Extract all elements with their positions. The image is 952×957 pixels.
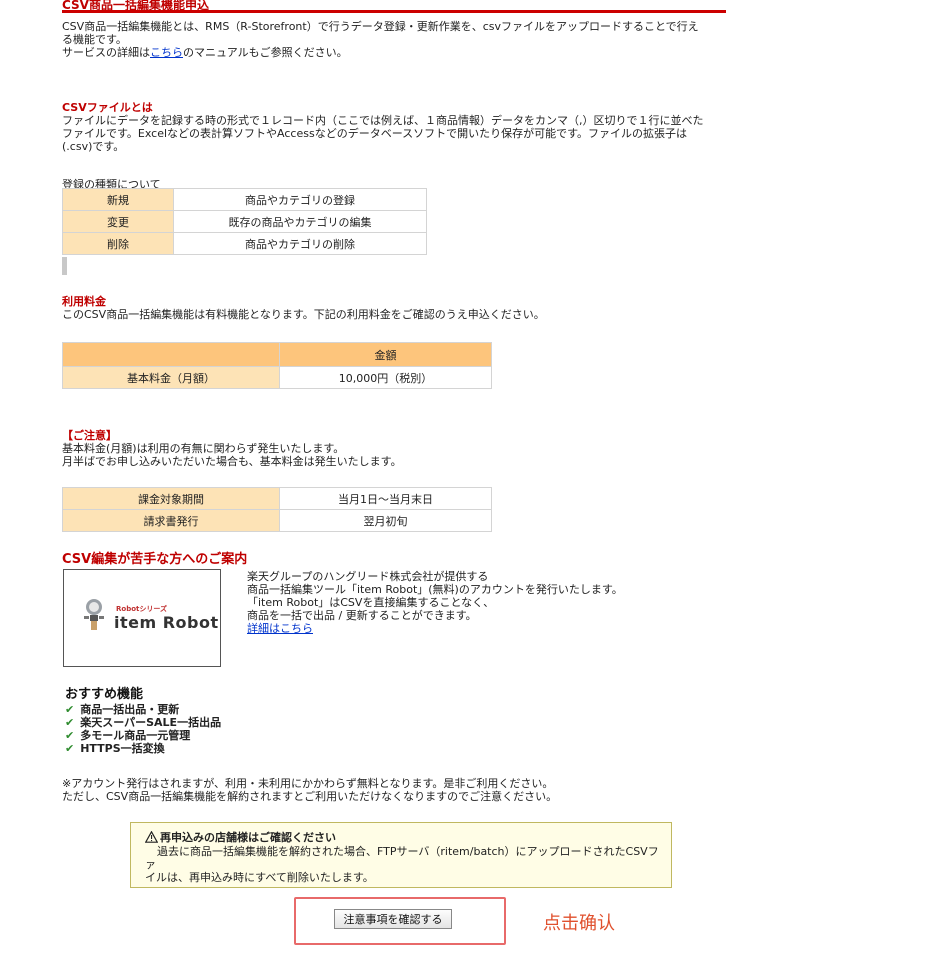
fee-row-value: 10,000円（税別）	[279, 366, 492, 389]
warning-title: 再申込みの店舗様はご確認ください	[145, 829, 336, 845]
robot-line-1: 楽天グループのハングリード株式会社が提供する	[247, 570, 489, 583]
invoice-value: 翌月初旬	[279, 509, 492, 532]
check-icon: ✔	[65, 729, 75, 742]
confirm-notes-button[interactable]: 注意事項を確認する	[334, 909, 452, 929]
list-item: ✔ 楽天スーパーSALE一括出品	[65, 716, 221, 729]
notice-line-2: 月半ばでお申し込みいただいた場合も、基本料金は発生いたします。	[62, 455, 402, 468]
csv-help-heading: CSV編集が苦手な方へのご案内	[62, 552, 248, 567]
warning-line-1: 過去に商品一括編集機能を解約された場合、FTPサーバ（ritem/batch）に…	[145, 845, 659, 871]
robot-line-2: 商品一括編集ツール「item Robot」(無料)のアカウントを発行いたします。	[247, 583, 623, 596]
robot-name-label: item Robot	[114, 613, 219, 632]
scroll-marker	[62, 257, 67, 275]
reg-type-delete: 削除	[62, 232, 174, 255]
list-item: ✔ HTTPS一括変換	[65, 742, 221, 755]
click-confirm-annotation: 点击确认	[543, 913, 615, 934]
recommended-heading: おすすめ機能	[65, 687, 144, 702]
manual-link[interactable]: こちら	[150, 46, 183, 59]
reg-desc-new: 商品やカテゴリの登録	[173, 188, 427, 211]
title-underline	[62, 10, 726, 13]
warning-icon	[145, 831, 158, 843]
fee-heading: 利用料金	[62, 295, 106, 308]
csv-heading: CSVファイルとは	[62, 101, 153, 114]
robot-line-3: 「item Robot」はCSVを直接編集することなく、	[247, 596, 495, 609]
intro-pre-link: サービスの詳細は	[62, 46, 150, 59]
reg-desc-change: 既存の商品やカテゴリの編集	[173, 210, 427, 233]
fee-header-amount: 金額	[279, 342, 492, 367]
reg-type-new: 新規	[62, 188, 174, 211]
fee-section: 利用料金 このCSV商品一括編集機能は有料機能となります。下記の利用料金をご確認…	[62, 295, 726, 321]
registration-table: 新規 商品やカテゴリの登録 変更 既存の商品やカテゴリの編集 削除 商品やカテゴ…	[62, 188, 427, 255]
csv-explanation: CSVファイルとは ファイルにデータを記録する時の形式で１レコード内（ここでは例…	[62, 101, 726, 153]
billing-period-label: 課金対象期間	[62, 487, 280, 510]
table-row: 課金対象期間 当月1日～当月末日	[62, 487, 492, 510]
csv-line-2: ファイルです。Excelなどの表計算ソフトやAccessなどのデータベースソフト…	[62, 127, 688, 140]
check-icon: ✔	[65, 742, 75, 755]
recommended-list: ✔ 商品一括出品・更新 ✔ 楽天スーパーSALE一括出品 ✔ 多モール商品一元管理 ✔…	[65, 703, 221, 755]
table-row: 基本料金（月額） 10,000円（税別）	[62, 366, 492, 389]
table-row: 請求書発行 翌月初旬	[62, 509, 492, 532]
reapply-warning: 再申込みの店舗様はご確認ください 過去に商品一括編集機能を解約された場合、FTP…	[130, 822, 672, 888]
notice-line-1: 基本料金(月額)は利用の有無に関わらず発生いたします。	[62, 442, 345, 455]
table-row: 新規 商品やカテゴリの登録	[62, 188, 427, 211]
account-note-line-2: ただし、CSV商品一括編集機能を解約されますとご利用いただけなくなりますのでご注…	[62, 790, 558, 803]
fee-header-blank	[62, 342, 280, 367]
notice-heading: 【ご注意】	[62, 429, 117, 442]
intro-text: CSV商品一括編集機能とは、RMS（R-Storefront）で行うデータ登録・…	[62, 20, 726, 59]
item-robot-logo: Robotシリーズ item Robot	[63, 569, 221, 667]
feature-label: 楽天スーパーSALE一括出品	[80, 716, 222, 729]
warning-line-2: イルは、再申込み時にすべて削除いたします。	[145, 871, 374, 884]
feature-label: HTTPS一括変換	[80, 742, 165, 755]
table-row: 金額	[62, 342, 492, 367]
fee-table: 金額 基本料金（月額） 10,000円（税別）	[62, 342, 492, 389]
intro-line-3: サービスの詳細はこちらのマニュアルもご参照ください。	[62, 46, 726, 59]
check-icon: ✔	[65, 716, 75, 729]
billing-period-value: 当月1日～当月末日	[279, 487, 492, 510]
reg-desc-delete: 商品やカテゴリの削除	[173, 232, 427, 255]
csv-line-3: (.csv)です。	[62, 140, 125, 153]
feature-label: 商品一括出品・更新	[80, 703, 180, 716]
fee-row-label: 基本料金（月額）	[62, 366, 280, 389]
robot-description: 楽天グループのハングリード株式会社が提供する 商品一括編集ツール「item Ro…	[247, 570, 667, 635]
csv-line-1: ファイルにデータを記録する時の形式で１レコード内（ここでは例えば、１商品情報）デ…	[62, 114, 704, 127]
table-row: 削除 商品やカテゴリの削除	[62, 232, 427, 255]
list-item: ✔ 商品一括出品・更新	[65, 703, 221, 716]
fee-text: このCSV商品一括編集機能は有料機能となります。下記の利用料金をご確認のうえ申込…	[62, 308, 545, 321]
intro-post-link: のマニュアルもご参照ください。	[183, 46, 348, 59]
robot-detail-link[interactable]: 詳細はこちら	[247, 622, 313, 635]
warning-title-text: 再申込みの店舗様はご確認ください	[160, 831, 336, 844]
check-icon: ✔	[65, 703, 75, 716]
intro-line-1: CSV商品一括編集機能とは、RMS（R-Storefront）で行うデータ登録・…	[62, 20, 699, 33]
robot-icon	[84, 599, 104, 630]
account-note: ※アカウント発行はされますが、利用・未利用にかかわらず無料となります。是非ご利用…	[62, 777, 726, 803]
robot-line-4: 商品を一括で出品 / 更新することができます。	[247, 609, 477, 622]
account-note-line-1: ※アカウント発行はされますが、利用・未利用にかかわらず無料となります。是非ご利用…	[62, 777, 554, 790]
feature-label: 多モール商品一元管理	[80, 729, 191, 742]
reg-type-change: 変更	[62, 210, 174, 233]
invoice-label: 請求書発行	[62, 509, 280, 532]
billing-table: 課金対象期間 当月1日～当月末日 請求書発行 翌月初旬	[62, 487, 492, 532]
notice-section: 【ご注意】 基本料金(月額)は利用の有無に関わらず発生いたします。 月半ばでお申…	[62, 429, 726, 468]
list-item: ✔ 多モール商品一元管理	[65, 729, 221, 742]
warning-body: 過去に商品一括編集機能を解約された場合、FTPサーバ（ritem/batch）に…	[145, 845, 661, 884]
table-row: 変更 既存の商品やカテゴリの編集	[62, 210, 427, 233]
intro-line-2: る機能です。	[62, 33, 127, 46]
